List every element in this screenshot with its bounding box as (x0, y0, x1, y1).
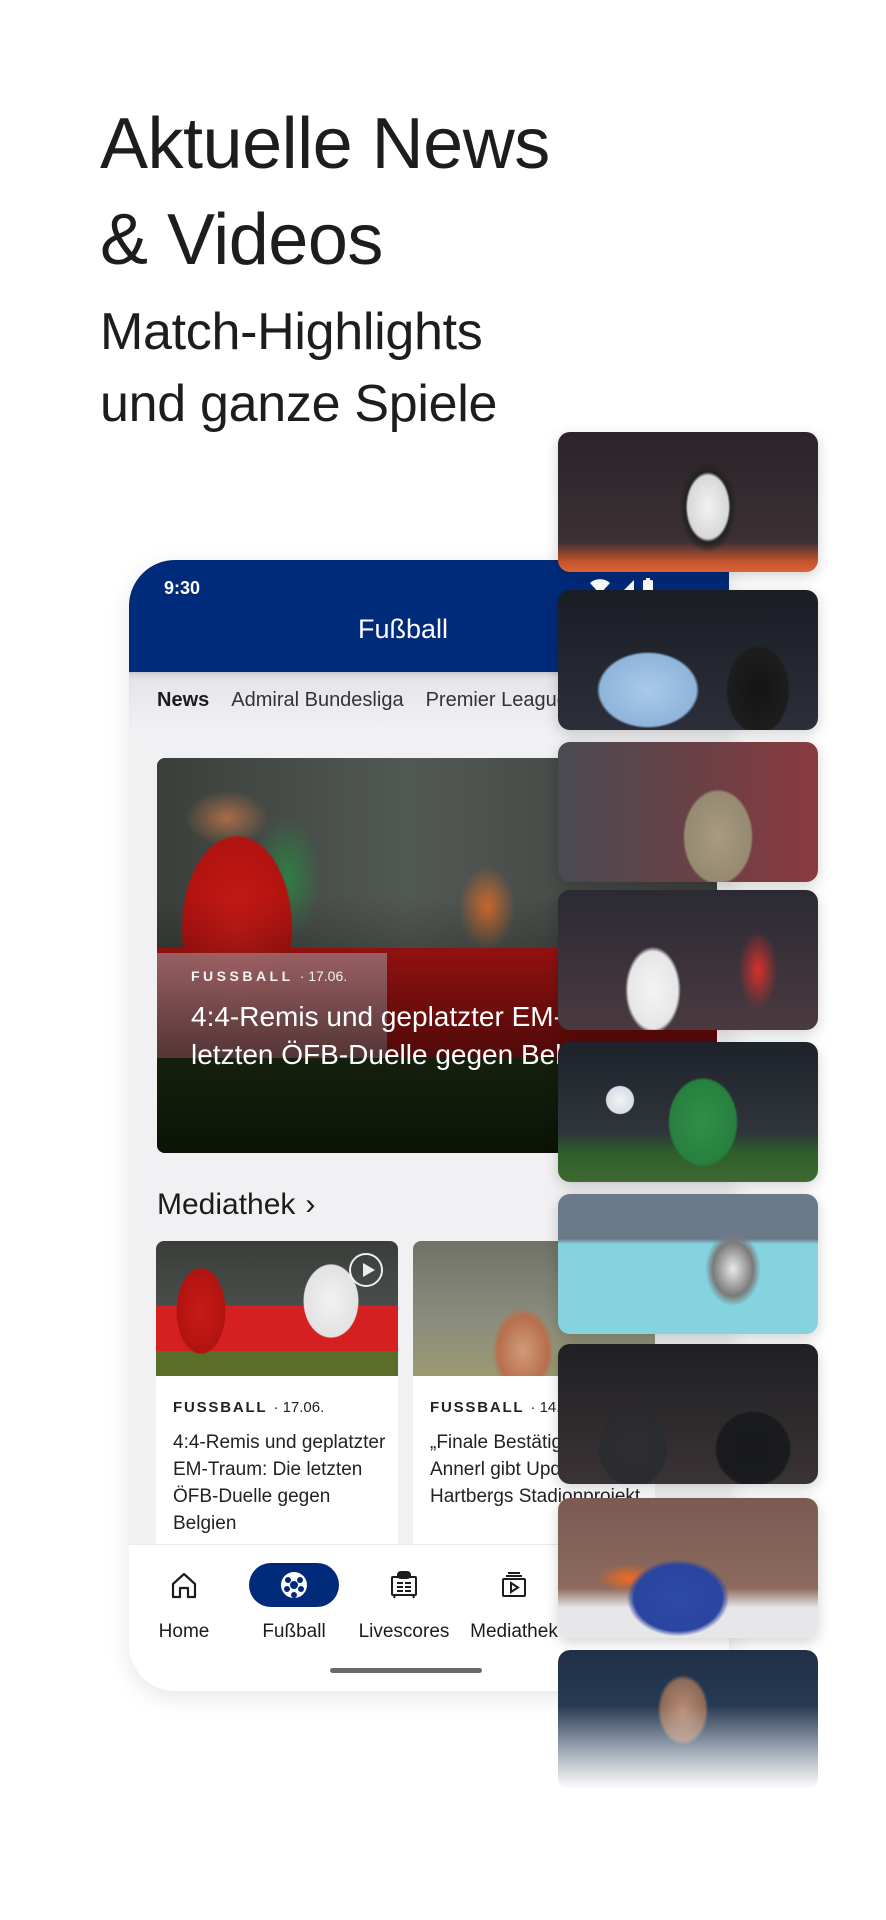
thumbnail-image[interactable] (558, 1344, 818, 1484)
promo-subtitle-line-2: und ganze Spiele (100, 375, 498, 433)
thumbnail-image[interactable] (558, 1042, 818, 1182)
thumbnail-image[interactable] (558, 742, 818, 882)
media-category: FUSSBALL (173, 1399, 268, 1416)
promo-title-line-1: Aktuelle News (100, 104, 550, 184)
nav-fussball-label: Fußball (262, 1621, 326, 1642)
nav-home[interactable]: Home (129, 1563, 239, 1643)
mediathek-icon (502, 1572, 526, 1597)
tab-news[interactable]: News (157, 689, 209, 712)
hero-meta: FUSSBALL · 17.06. (191, 968, 347, 984)
media-category: FUSSBALL (430, 1399, 525, 1416)
thumbnail-image[interactable] (558, 1194, 818, 1334)
promo-subtitle: Match-Highlights und ganze Spiele (100, 296, 497, 440)
mediathek-heading: Mediathek (157, 1188, 296, 1221)
promo-title: Aktuelle News & Videos (100, 96, 550, 288)
media-card[interactable]: FUSSBALL · 17.06. 4:4-Remis und geplatzte… (156, 1241, 398, 1561)
promo-title-line-2: & Videos (100, 200, 383, 280)
promo-subtitle-line-1: Match-Highlights (100, 303, 483, 361)
play-icon (349, 1253, 383, 1287)
tab-admiral-bundesliga[interactable]: Admiral Bundesliga (231, 689, 403, 712)
home-indicator (330, 1668, 482, 1673)
media-meta: FUSSBALL · 17.06. (173, 1399, 324, 1416)
thumbnail-image[interactable] (558, 590, 818, 730)
media-meta: FUSSBALL · 14. (430, 1399, 560, 1416)
livescores-icon (391, 1571, 417, 1599)
nav-livescores-label: Livescores (358, 1621, 450, 1642)
nav-livescores[interactable]: Livescores (349, 1563, 459, 1643)
hero-date: · 17.06. (299, 968, 348, 984)
nav-mediathek[interactable]: Mediathek (459, 1563, 569, 1643)
hero-category: FUSSBALL (191, 968, 294, 984)
media-thumbnail (156, 1241, 398, 1376)
thumbnail-image[interactable] (558, 432, 818, 572)
thumbnail-image[interactable] (558, 890, 818, 1030)
football-icon (281, 1572, 307, 1598)
nav-home-label: Home (158, 1621, 210, 1642)
mediathek-section-link[interactable]: Mediathek › (157, 1188, 315, 1222)
chevron-right-icon: › (305, 1188, 316, 1221)
status-time: 9:30 (164, 578, 201, 598)
media-date: · 17.06. (273, 1399, 325, 1416)
tab-premier-league[interactable]: Premier League (426, 689, 568, 712)
thumbnail-image[interactable] (558, 1498, 818, 1638)
media-title: 4:4-Remis und geplatzter EM-Traum: Die l… (173, 1432, 386, 1534)
nav-mediathek-label: Mediathek (470, 1621, 558, 1642)
nav-fussball[interactable]: Fußball (239, 1563, 349, 1643)
thumbnail-image[interactable] (558, 1650, 818, 1790)
media-date: · 14. (530, 1399, 561, 1416)
home-icon (171, 1572, 197, 1599)
